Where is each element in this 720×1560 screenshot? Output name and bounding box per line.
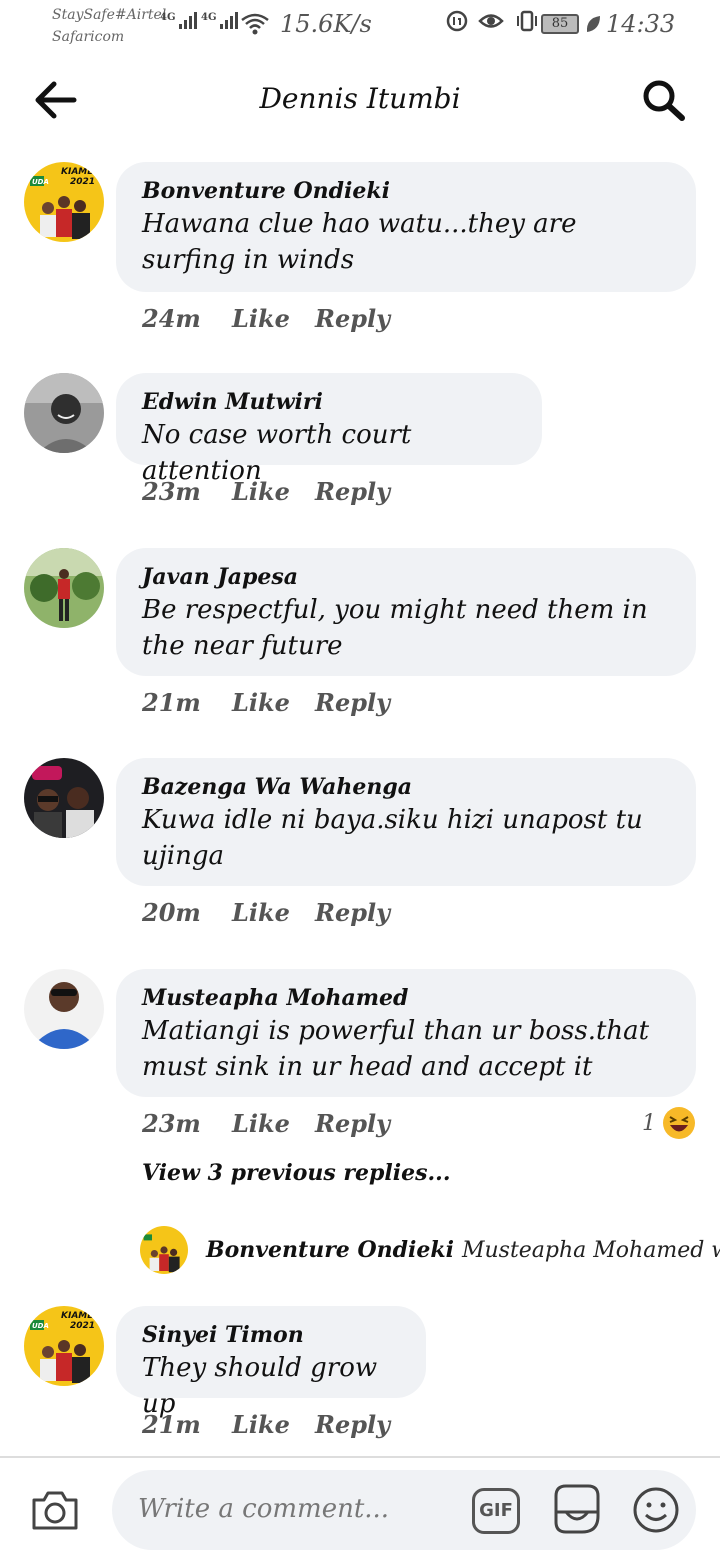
comment-bubble: Bonventure Ondieki Hawana clue hao watu.… (116, 162, 696, 292)
comment-author[interactable]: Bazenga Wa Wahenga (142, 772, 670, 802)
avatar[interactable] (24, 373, 104, 453)
data-saver-icon (446, 10, 468, 32)
view-previous-replies-link[interactable]: View 3 previous replies... (142, 1160, 450, 1186)
comment-text: Be respectful, you might need them in th… (142, 595, 648, 661)
status-bar: StaySafe#Airtel Safaricom 4G 4G 15.6K/s … (0, 0, 720, 52)
like-button[interactable]: Like (232, 898, 315, 927)
badge-party: UDA (32, 1322, 49, 1330)
signal-icon: 4G (160, 12, 197, 29)
comment-actions: 20m Like Reply (142, 898, 390, 927)
comment-actions: 21m Like Reply (142, 688, 390, 717)
avatar-image: UDA KIAMBU 2021 (24, 162, 104, 242)
vibrate-icon (517, 10, 537, 32)
reaction-summary[interactable]: 1 (642, 1106, 696, 1140)
comment-actions: 21m Like Reply (142, 1410, 390, 1439)
avatar-image (24, 758, 104, 838)
top-app-bar: Dennis Itumbi (0, 60, 720, 140)
avatar[interactable]: UDA KIAMBU 2021 (24, 1306, 104, 1386)
comment-author[interactable]: Musteapha Mohamed (142, 983, 670, 1013)
comment-time: 20m (142, 898, 201, 927)
leaf-icon (586, 16, 600, 32)
comment-time: 23m (142, 477, 201, 506)
comment-actions: 23m Like Reply (142, 477, 390, 506)
comment-time: 24m (142, 304, 201, 333)
laughing-emoji-icon (663, 1107, 695, 1139)
carrier-1: StaySafe#Airtel (52, 7, 167, 23)
comment-composer: Write a comment... GIF (0, 1456, 720, 1560)
camera-icon[interactable] (30, 1488, 80, 1532)
comment-time: 23m (142, 1109, 201, 1138)
comment-author[interactable]: Edwin Mutwiri (142, 387, 516, 417)
eye-icon (478, 14, 504, 28)
badge-line2: 2021 (70, 177, 95, 187)
reply-button[interactable]: Reply (315, 1109, 390, 1138)
badge-line2: 2021 (70, 1321, 95, 1331)
search-icon[interactable] (638, 78, 688, 122)
smiley-icon[interactable] (632, 1486, 680, 1534)
reply-preview[interactable]: Bonventure Ondieki Musteapha Mohamed w..… (140, 1226, 720, 1274)
comment-author[interactable]: Javan Japesa (142, 562, 670, 592)
comment-text: Hawana clue hao watu...they are surfing … (142, 209, 577, 275)
carrier-names: StaySafe#Airtel Safaricom (52, 4, 166, 48)
avatar-image (24, 548, 104, 628)
comment-bubble: Javan Japesa Be respectful, you might ne… (116, 548, 696, 676)
comment-author[interactable]: Sinyei Timon (142, 1320, 400, 1350)
reply-button[interactable]: Reply (315, 304, 390, 333)
badge-party: UDA (32, 178, 49, 186)
reply-button[interactable]: Reply (315, 898, 390, 927)
comment-bubble: Edwin Mutwiri No case worth court attent… (116, 373, 542, 486)
network-type-1: 4G (160, 12, 176, 23)
like-button[interactable]: Like (232, 477, 315, 506)
comment-bubble: Musteapha Mohamed Matiangi is powerful t… (116, 969, 696, 1097)
comment-bubble: Bazenga Wa Wahenga Kuwa idle ni baya.sik… (116, 758, 696, 886)
status-icons (446, 10, 540, 32)
comment-time: 21m (142, 1410, 201, 1439)
avatar-image (24, 969, 104, 1049)
battery-icon: 85 (541, 14, 579, 34)
reply-button[interactable]: Reply (315, 477, 390, 506)
comment-text: Kuwa idle ni baya.siku hizi unapost tu u… (142, 805, 643, 871)
like-button[interactable]: Like (232, 688, 315, 717)
comment-input-placeholder: Write a comment... (138, 1494, 390, 1524)
reply-text: Musteapha Mohamed w... (461, 1237, 720, 1263)
clock: 14:33 (606, 10, 676, 38)
signal-icon-2: 4G (201, 12, 238, 29)
avatar[interactable] (24, 758, 104, 838)
gif-button[interactable]: GIF (472, 1488, 520, 1534)
avatar[interactable]: UDA KIAMBU 2021 (24, 162, 104, 242)
reply-avatar (140, 1226, 188, 1274)
comment-text: Matiangi is powerful than ur boss.that m… (142, 1016, 650, 1082)
sticker-icon[interactable] (552, 1482, 602, 1536)
badge-line1: KIAMBU (61, 167, 102, 177)
network-type-2: 4G (201, 12, 217, 23)
reaction-count: 1 (642, 1110, 656, 1136)
reply-button[interactable]: Reply (315, 688, 390, 717)
like-button[interactable]: Like (232, 1410, 315, 1439)
reply-author: Bonventure Ondieki (206, 1237, 454, 1263)
comment-actions: 23m Like Reply (142, 1109, 390, 1138)
wifi-icon (241, 13, 269, 35)
avatar-image: UDA KIAMBU 2021 (24, 1306, 104, 1386)
page-title: Dennis Itumbi (259, 82, 461, 115)
avatar[interactable] (24, 548, 104, 628)
badge-line1: KIAMBU (61, 1311, 102, 1321)
like-button[interactable]: Like (232, 304, 315, 333)
comment-bubble: Sinyei Timon They should grow up (116, 1306, 426, 1419)
carrier-2: Safaricom (52, 29, 125, 45)
avatar-image (140, 1226, 188, 1274)
comment-time: 21m (142, 688, 201, 717)
comment-author[interactable]: Bonventure Ondieki (142, 176, 670, 206)
comment-actions: 24m Like Reply (142, 304, 390, 333)
avatar-image (24, 373, 104, 453)
like-button[interactable]: Like (232, 1109, 315, 1138)
avatar[interactable] (24, 969, 104, 1049)
network-speed: 15.6K/s (280, 10, 372, 38)
reply-button[interactable]: Reply (315, 1410, 390, 1439)
